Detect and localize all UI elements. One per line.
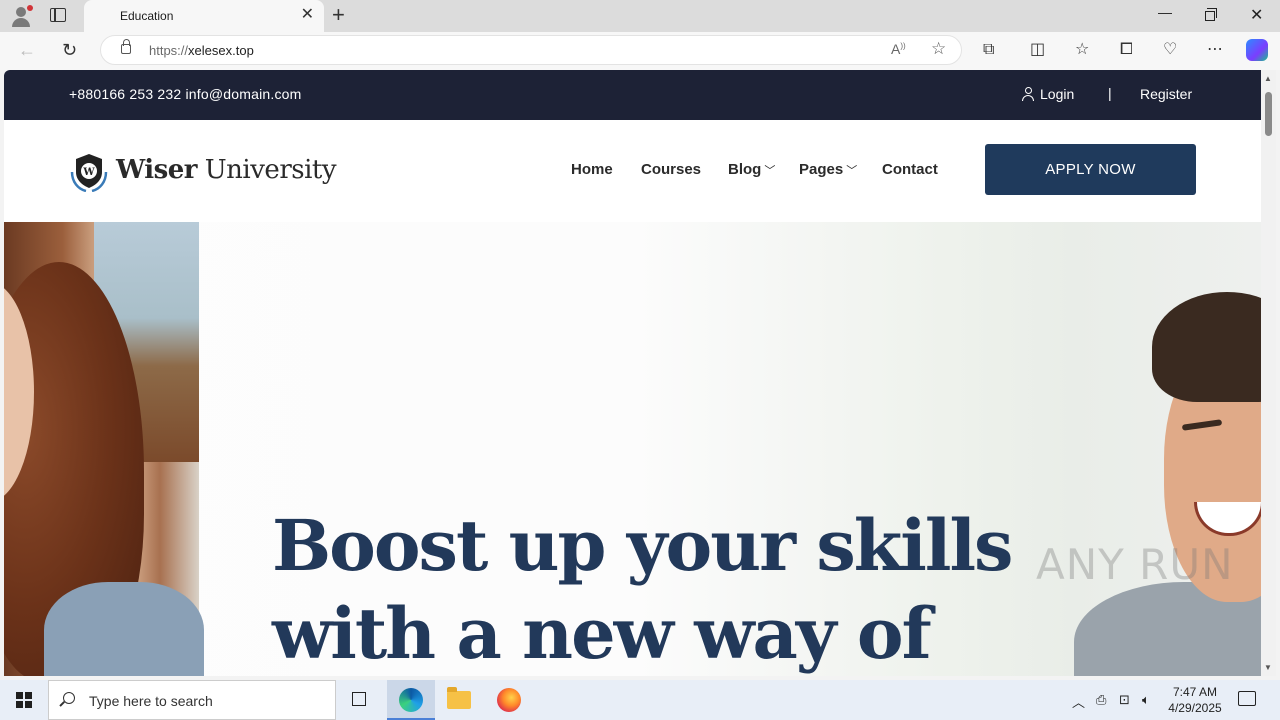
window-close-icon[interactable]: ✕ (1250, 5, 1263, 25)
topbar-divider: | (1108, 85, 1112, 101)
nav-pages[interactable]: Pages ﹀ (799, 161, 857, 178)
taskbar-search[interactable]: Type here to search (48, 680, 336, 720)
apply-now-button[interactable]: APPLY NOW (985, 144, 1196, 195)
tray-chevron-up-icon[interactable]: ︿ (1072, 692, 1085, 711)
login-link[interactable]: Login (1040, 86, 1074, 102)
collections-icon[interactable]: ⧠ (1120, 40, 1133, 60)
split-screen-icon[interactable]: ◫ (1030, 40, 1045, 60)
notification-icon[interactable] (1238, 691, 1256, 706)
scroll-up-icon[interactable]: ▲ (1264, 74, 1272, 83)
new-tab-icon[interactable]: + (332, 3, 345, 27)
anyrun-watermark: ANY RUN (1036, 540, 1234, 589)
tray-device-icon[interactable]: ⎙ (1096, 692, 1106, 708)
browser-essentials-icon[interactable]: ♡ (1163, 40, 1177, 60)
firefox-taskbar-app[interactable] (485, 680, 533, 720)
search-icon (63, 692, 75, 704)
hero-photo-left (4, 222, 204, 676)
shield-logo-icon[interactable]: W (68, 152, 110, 192)
windows-start-icon[interactable] (16, 692, 32, 708)
tab-actions-icon[interactable] (50, 8, 66, 22)
url-text[interactable]: https://xelesex.top (149, 43, 254, 58)
extensions-icon[interactable]: ⧉ (983, 40, 994, 60)
svg-text:W: W (82, 167, 95, 178)
tab-title: Education (120, 9, 174, 23)
lock-icon[interactable] (121, 39, 131, 54)
edge-icon (399, 688, 423, 712)
scroll-thumb[interactable] (1265, 92, 1272, 136)
browser-tab-bar: Education ✕ + — ✕ (0, 0, 1280, 32)
page-scrollbar[interactable]: ▲ ▼ (1261, 70, 1276, 676)
user-icon[interactable] (1021, 86, 1035, 102)
more-menu-icon[interactable]: ⋯ (1207, 40, 1223, 60)
read-aloud-icon[interactable]: A)) (891, 41, 906, 57)
volume-icon[interactable]: 🔈︎ (1142, 692, 1150, 708)
back-icon[interactable]: ← (18, 40, 36, 60)
close-tab-icon[interactable]: ✕ (301, 6, 314, 24)
chevron-down-icon: ﹀ (764, 165, 776, 177)
favorite-star-icon[interactable]: ☆ (931, 39, 946, 59)
nav-home[interactable]: Home (571, 161, 613, 178)
windows-taskbar: Type here to search ︿ ⎙ ⊡ 🔈︎ 7:47 AM 4/2… (0, 680, 1280, 720)
taskbar-clock[interactable]: 7:47 AM 4/29/2025 (1166, 684, 1224, 716)
profile-icon[interactable] (10, 5, 33, 27)
favorites-icon[interactable]: ☆ (1075, 40, 1089, 60)
file-explorer-taskbar-app[interactable] (435, 680, 483, 720)
browser-toolbar: ← ↻ https://xelesex.top A)) ☆ ⧉ ◫ ☆ ⧠ ♡ … (0, 32, 1280, 70)
edge-taskbar-app[interactable] (387, 680, 435, 720)
site-header: W Wiser University Home Courses Blog ﹀ Pa… (4, 120, 1261, 222)
hero-heading: Boost up your skills with a new way of (272, 504, 1013, 675)
nav-blog[interactable]: Blog ﹀ (728, 161, 775, 178)
copilot-icon[interactable] (1246, 39, 1268, 61)
search-placeholder: Type here to search (89, 693, 213, 709)
minimize-icon[interactable]: — (1158, 4, 1172, 20)
browser-tab[interactable]: Education ✕ (84, 0, 324, 32)
network-icon[interactable]: ⊡ (1119, 692, 1130, 708)
address-bar[interactable]: https://xelesex.top A)) ☆ (100, 35, 962, 65)
register-link[interactable]: Register (1140, 86, 1192, 102)
restore-icon[interactable] (1205, 8, 1217, 21)
task-view-icon[interactable] (336, 680, 384, 720)
chevron-down-icon: ﹀ (846, 165, 858, 177)
scroll-down-icon[interactable]: ▼ (1264, 663, 1272, 672)
firefox-icon (497, 688, 521, 712)
contact-info: +880166 253 232 info@domain.com (69, 86, 302, 102)
site-logo-text[interactable]: Wiser University (116, 155, 337, 185)
folder-icon (447, 687, 471, 709)
nav-courses[interactable]: Courses (641, 161, 701, 178)
hero-banner: Boost up your skills with a new way of (4, 222, 1261, 676)
hero-photo-right (1074, 282, 1261, 676)
nav-contact[interactable]: Contact (882, 161, 938, 178)
refresh-icon[interactable]: ↻ (62, 40, 77, 60)
site-topbar: +880166 253 232 info@domain.com Login | … (4, 70, 1261, 120)
